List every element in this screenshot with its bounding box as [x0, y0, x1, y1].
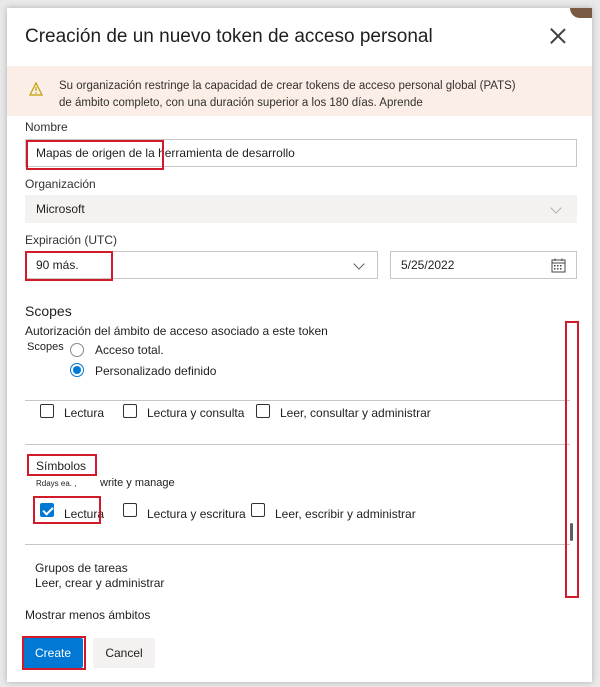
- checkbox-symbols-read-label: Lectura: [64, 507, 105, 521]
- scrollbar-thumb[interactable]: [570, 523, 573, 541]
- org-label: Organización: [25, 177, 96, 191]
- scopes-description: Autorización del ámbito de acceso asocia…: [25, 324, 328, 338]
- close-icon[interactable]: [548, 26, 568, 46]
- divider: [25, 400, 570, 401]
- custom-defined-label: Personalizado definido: [95, 364, 217, 378]
- task-groups-title: Grupos de tareas: [35, 561, 128, 575]
- cancel-button[interactable]: Cancel: [93, 638, 155, 668]
- create-token-dialog: Creación de un nuevo token de acceso per…: [7, 8, 592, 682]
- checkbox-read-query[interactable]: [123, 404, 137, 418]
- expiration-date-value: 5/25/2022: [401, 258, 455, 272]
- expiration-date-input[interactable]: 5/25/2022: [390, 251, 577, 279]
- warning-icon: [29, 82, 43, 96]
- warning-banner: Su organización restringe la capacidad d…: [7, 66, 592, 116]
- expiration-label: Expiración (UTC): [25, 233, 118, 247]
- symbols-description-prefix: Rdays ea. ,: [36, 479, 77, 488]
- divider: [25, 444, 570, 445]
- checkbox-symbols-read-write[interactable]: [123, 503, 137, 517]
- checkbox-read[interactable]: [40, 404, 54, 418]
- scopes-title: Scopes: [25, 303, 72, 319]
- chevron-down-icon: [353, 258, 365, 270]
- chevron-down-icon: [550, 202, 562, 214]
- checkbox-symbols-read-write-manage-label: Leer, escribir y administrar: [275, 507, 416, 521]
- full-access-label: Acceso total.: [95, 343, 164, 357]
- expiration-select[interactable]: 90 más.: [25, 251, 378, 279]
- checkbox-symbols-read[interactable]: [40, 503, 54, 517]
- checkbox-symbols-read-write-label: Lectura y escritura: [147, 507, 246, 521]
- radio-custom-defined[interactable]: [70, 363, 84, 377]
- checkbox-read-query-manage-label: Leer, consultar y administrar: [280, 406, 431, 420]
- name-input[interactable]: Mapas de origen de la herramienta de des…: [25, 139, 577, 167]
- divider: [25, 544, 570, 545]
- checkbox-read-query-label: Lectura y consulta: [147, 406, 245, 420]
- org-value: Microsoft: [36, 202, 85, 216]
- checkbox-read-label: Lectura: [64, 406, 105, 420]
- scopes-label: Scopes: [27, 341, 64, 353]
- radio-full-access[interactable]: [70, 343, 84, 357]
- task-groups-description: Leer, crear y administrar: [35, 576, 165, 590]
- checkbox-symbols-read-write-manage[interactable]: [251, 503, 265, 517]
- warning-text: Su organización restringe la capacidad d…: [59, 80, 516, 109]
- avatar: [570, 8, 592, 18]
- org-select: Microsoft: [25, 195, 577, 223]
- dialog-title: Creación de un nuevo token de acceso per…: [25, 26, 433, 47]
- calendar-icon[interactable]: [551, 258, 566, 273]
- expiration-value: 90 más.: [36, 258, 79, 272]
- show-less-scopes-link[interactable]: Mostrar menos ámbitos: [25, 608, 150, 622]
- create-button[interactable]: Create: [23, 638, 83, 668]
- symbols-description: write y manage: [100, 477, 175, 489]
- checkbox-read-query-manage[interactable]: [256, 404, 270, 418]
- name-label: Nombre: [25, 120, 68, 134]
- symbols-title: Símbolos: [36, 459, 87, 473]
